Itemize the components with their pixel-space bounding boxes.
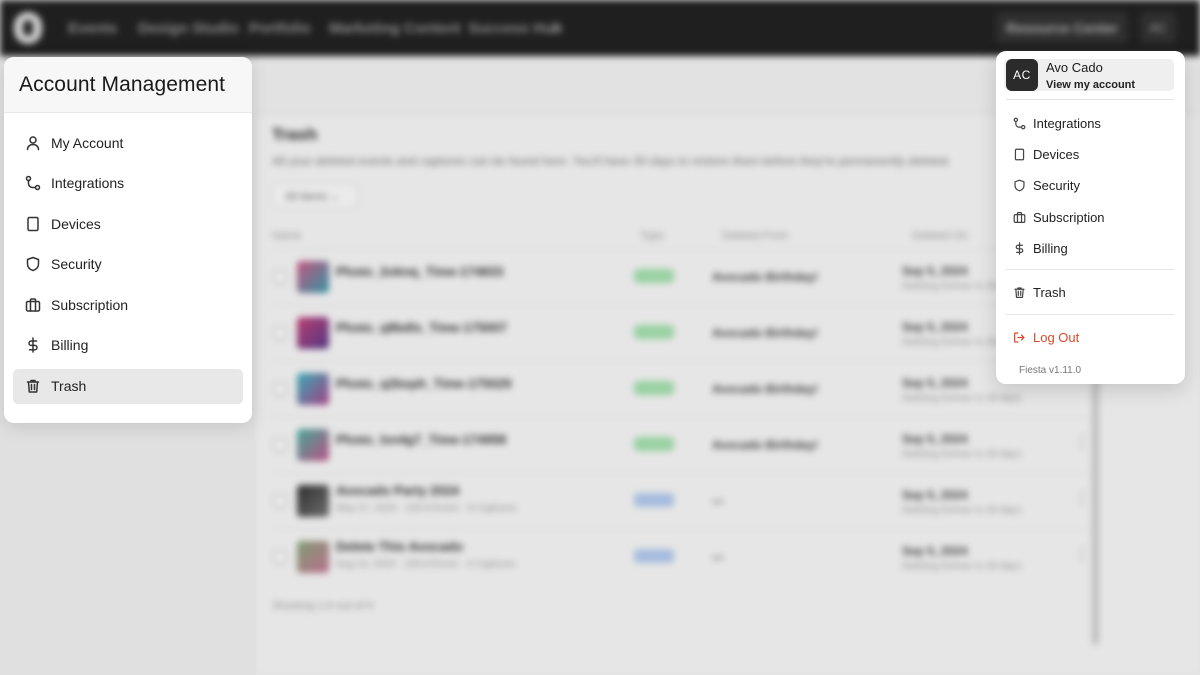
menu-item-label: Billing: [1033, 240, 1068, 256]
account-nav-integrations[interactable]: Integrations: [13, 166, 243, 201]
user-name: Avo Cado: [1046, 60, 1103, 75]
account-nav: My Account Integrations Devices Security…: [13, 125, 243, 409]
account-nav-label: Integrations: [51, 175, 125, 192]
menu-item-billing[interactable]: Billing: [1012, 238, 1068, 258]
account-management-panel: Account Management My Account Integratio…: [4, 57, 252, 423]
logout-icon: [1012, 330, 1026, 344]
account-nav-my-account[interactable]: My Account: [13, 125, 243, 160]
account-panel-header: Account Management: [4, 57, 252, 113]
menu-item-label: Integrations: [1033, 115, 1101, 131]
account-nav-label: Billing: [51, 337, 89, 354]
account-nav-label: My Account: [51, 134, 124, 151]
trash-icon: [25, 378, 41, 394]
logout-button[interactable]: Log Out: [1012, 327, 1079, 347]
tablet-icon: [1012, 147, 1026, 161]
menu-item-label: Security: [1033, 177, 1080, 193]
menu-divider: [1006, 269, 1174, 270]
trash-icon: [1012, 285, 1026, 299]
menu-item-subscription[interactable]: Subscription: [1012, 207, 1105, 227]
shield-icon: [1012, 178, 1026, 192]
tablet-icon: [25, 216, 41, 232]
menu-item-devices[interactable]: Devices: [1012, 144, 1079, 164]
account-nav-subscription[interactable]: Subscription: [13, 287, 243, 322]
account-nav-label: Trash: [51, 378, 87, 395]
account-nav-label: Devices: [51, 215, 101, 232]
account-nav-billing[interactable]: Billing: [13, 328, 243, 363]
menu-item-label: Devices: [1033, 146, 1080, 162]
briefcase-icon: [1012, 210, 1026, 224]
menu-item-label: Trash: [1033, 284, 1066, 300]
shield-icon: [25, 256, 41, 272]
menu-item-label: Subscription: [1033, 209, 1105, 225]
integrations-icon: [1012, 116, 1026, 130]
menu-item-security[interactable]: Security: [1012, 175, 1080, 195]
briefcase-icon: [25, 297, 41, 313]
view-account-label[interactable]: View my account: [1046, 79, 1135, 91]
menu-divider: [1006, 99, 1174, 100]
user-dropdown-menu: AC Avo Cado View my account Integrations…: [996, 51, 1185, 384]
user-icon: [25, 135, 41, 151]
account-nav-devices[interactable]: Devices: [13, 206, 243, 241]
app-version: Fiesta v1.11.0: [1019, 365, 1082, 376]
avatar: AC: [1006, 59, 1038, 91]
account-nav-label: Security: [51, 256, 102, 273]
account-nav-trash[interactable]: Trash: [13, 368, 243, 404]
dollar-icon: [25, 337, 41, 354]
account-nav-security[interactable]: Security: [13, 247, 243, 282]
integrations-icon: [25, 175, 41, 191]
account-panel-title: Account Management: [19, 73, 226, 96]
dollar-icon: [1012, 241, 1026, 255]
account-nav-label: Subscription: [51, 296, 129, 313]
logout-label: Log Out: [1033, 329, 1080, 345]
menu-item-trash[interactable]: Trash: [1012, 282, 1066, 302]
menu-divider: [1006, 314, 1174, 315]
menu-item-integrations[interactable]: Integrations: [1012, 113, 1101, 133]
